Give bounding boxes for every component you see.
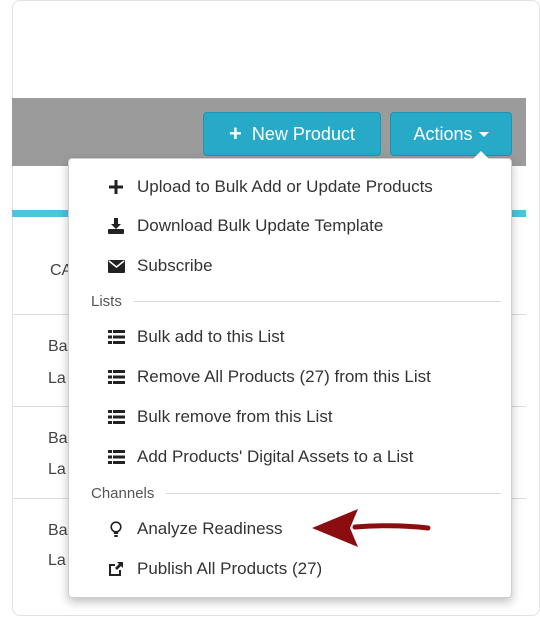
menu-item-label: Subscribe <box>137 256 213 275</box>
menu-section-channels: Channels <box>91 483 501 503</box>
menu-section-lists: Lists <box>91 291 501 311</box>
menu-item-label: Publish All Products (27) <box>137 559 323 578</box>
table-row-1-line1: Ba <box>48 338 68 355</box>
menu-item-label: Remove All Products (27) from this List <box>137 367 431 386</box>
list-icon <box>105 370 127 384</box>
envelope-icon <box>105 259 127 273</box>
table-row-3-line1: Ba <box>48 522 68 539</box>
menu-item-label: Upload to Bulk Add or Update Products <box>137 177 433 196</box>
table-row-3-line2: La <box>48 552 66 569</box>
menu-item-add-digital-assets[interactable]: Add Products' Digital Assets to a List <box>69 439 511 475</box>
menu-item-download-template[interactable]: Download Bulk Update Template <box>69 208 511 244</box>
share-icon <box>105 561 127 577</box>
actions-dropdown-button[interactable]: Actions <box>390 112 512 156</box>
menu-item-subscribe[interactable]: Subscribe <box>69 248 511 284</box>
menu-item-analyze-readiness[interactable]: Analyze Readiness <box>69 511 511 547</box>
menu-item-label: Download Bulk Update Template <box>137 216 384 235</box>
menu-item-label: Bulk add to this List <box>137 327 285 346</box>
section-header: Channels <box>91 484 155 502</box>
section-header: Lists <box>91 292 122 310</box>
menu-item-publish-all[interactable]: Publish All Products (27) <box>69 551 511 587</box>
section-divider <box>133 300 501 302</box>
table-row-2-line1: Ba <box>48 430 68 447</box>
list-icon <box>105 450 127 464</box>
list-icon <box>105 330 127 344</box>
menu-item-label: Analyze Readiness <box>137 519 283 538</box>
plus-icon: + <box>229 121 242 146</box>
menu-item-label: Add Products' Digital Assets to a List <box>137 447 414 466</box>
menu-notch <box>473 151 489 159</box>
download-icon <box>105 218 127 234</box>
new-product-label: New Product <box>251 123 355 144</box>
menu-item-remove-all-from-list[interactable]: Remove All Products (27) from this List <box>69 359 511 395</box>
menu-item-label: Bulk remove from this List <box>137 407 333 426</box>
actions-dropdown-menu: Upload to Bulk Add or Update Products Do… <box>68 151 512 598</box>
plus-icon <box>105 180 127 194</box>
lightbulb-icon <box>105 520 127 538</box>
actions-label: Actions <box>413 123 473 144</box>
table-row-2-line2: La <box>48 461 66 478</box>
section-divider <box>166 492 501 494</box>
menu-item-upload-bulk[interactable]: Upload to Bulk Add or Update Products <box>69 169 511 205</box>
menu-item-bulk-add-list[interactable]: Bulk add to this List <box>69 319 511 355</box>
table-row-1-line2: La <box>48 370 66 387</box>
caret-down-icon <box>478 131 489 137</box>
new-product-button[interactable]: + New Product <box>203 112 381 156</box>
menu-item-bulk-remove-list[interactable]: Bulk remove from this List <box>69 399 511 435</box>
list-icon <box>105 410 127 424</box>
